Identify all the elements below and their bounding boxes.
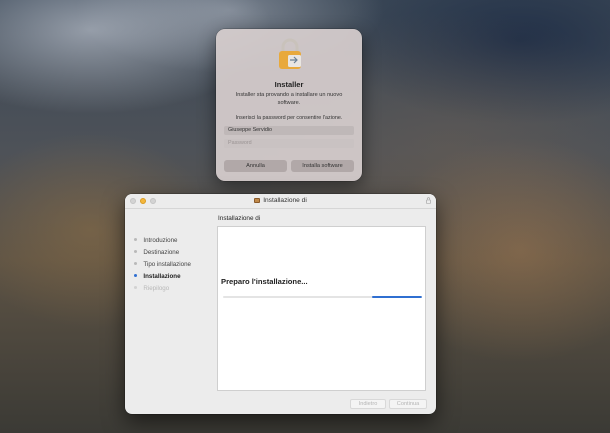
step-destinazione: Destinazione: [134, 249, 179, 256]
step-introduzione: Introduzione: [134, 237, 177, 244]
step-bullet-icon: [134, 285, 138, 289]
status-text: Preparo l'installazione...: [221, 277, 308, 286]
main-content-panel: Preparo l'installazione...: [217, 226, 426, 391]
step-tipo-installazione: Tipo installazione: [134, 261, 191, 268]
password-field[interactable]: [224, 139, 354, 148]
dialog-prompt: Inserisci la password per consentire l'a…: [235, 115, 343, 121]
username-field[interactable]: [224, 126, 354, 135]
step-riepilogo: Riepilogo: [134, 285, 169, 292]
install-software-button[interactable]: Installa software: [291, 160, 354, 172]
step-bullet-icon: [134, 273, 138, 277]
continue-button[interactable]: Continua: [389, 399, 427, 409]
desktop-background: Installer Installer sta provando a insta…: [0, 0, 610, 433]
step-bullet-icon: [134, 237, 138, 241]
authorization-dialog: Installer Installer sta provando a insta…: [216, 29, 362, 181]
dialog-title: Installer: [274, 80, 304, 89]
step-bullet-icon: [134, 249, 138, 253]
progress-bar-fill: [372, 296, 422, 298]
padlock-icon: [426, 197, 431, 204]
section-title: Installazione di: [218, 215, 261, 222]
installer-window: Installazione di Introduzione Destinazio…: [125, 194, 436, 414]
step-installazione: Installazione: [134, 273, 181, 280]
dialog-message: Installer sta provando a installare un n…: [235, 92, 343, 106]
step-bullet-icon: [134, 261, 138, 265]
package-icon: [254, 197, 261, 203]
title-bar[interactable]: Installazione di: [125, 194, 436, 209]
back-button[interactable]: Indietro: [350, 399, 386, 409]
steps-sidebar: Introduzione Destinazione Tipo installaz…: [125, 208, 216, 414]
cancel-button[interactable]: Annulla: [224, 160, 287, 172]
window-title: Installazione di: [263, 197, 307, 204]
lock-icon: [275, 38, 305, 70]
progress-bar: [223, 296, 422, 298]
